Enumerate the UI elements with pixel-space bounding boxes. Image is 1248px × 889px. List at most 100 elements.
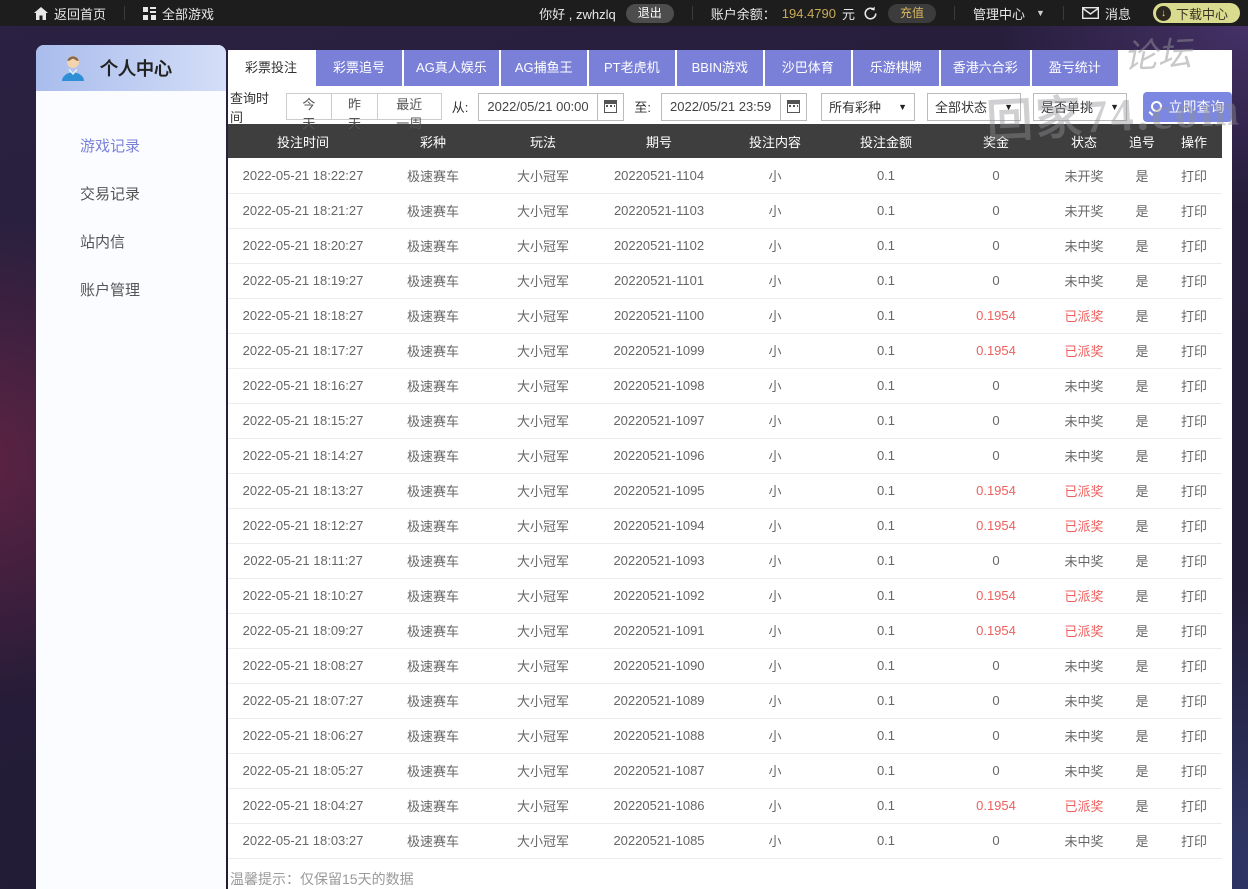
print-link[interactable]: 打印 xyxy=(1166,228,1222,264)
download-center-button[interactable]: ↓ 下载中心 xyxy=(1152,3,1240,23)
print-link[interactable]: 打印 xyxy=(1166,193,1222,229)
issue-number: 20220521-1101 xyxy=(598,263,720,299)
date-from-input[interactable]: 2022/05/21 00:00 xyxy=(479,99,597,114)
quick-range-button[interactable]: 昨天 xyxy=(332,93,378,131)
table-row: 2022-05-21 18:20:27 极速赛车 大小冠军 20220521-1102… xyxy=(228,228,1222,264)
play-type: 大小冠军 xyxy=(488,438,598,474)
date-to-calendar-button[interactable] xyxy=(780,93,807,120)
bet-content: 小 xyxy=(720,823,830,859)
print-link[interactable]: 打印 xyxy=(1166,333,1222,369)
chase-flag: 是 xyxy=(1118,543,1166,579)
sidebar-item[interactable]: 账户管理 xyxy=(36,267,226,315)
messages-label: 消息 xyxy=(1104,6,1131,22)
status-badge: 未中奖 xyxy=(1050,648,1118,684)
issue-number: 20220521-1103 xyxy=(598,193,720,229)
bet-amount: 0.1 xyxy=(830,193,942,229)
quick-range-button[interactable]: 最近一周 xyxy=(377,93,442,131)
tab-item[interactable]: 盈亏统计 xyxy=(1031,50,1118,86)
sidebar-item[interactable]: 站内信 xyxy=(36,219,226,267)
tab-item[interactable]: AG真人娱乐 xyxy=(404,50,499,86)
print-link[interactable]: 打印 xyxy=(1166,753,1222,789)
sidebar: 个人中心 游戏记录 交易记录 站内信 账户管理 xyxy=(36,45,226,889)
sidebar-header: 个人中心 xyxy=(36,45,226,91)
print-link[interactable]: 打印 xyxy=(1166,648,1222,684)
play-type: 大小冠军 xyxy=(488,683,598,719)
chase-flag: 是 xyxy=(1118,788,1166,824)
home-link[interactable]: 返回首页 xyxy=(34,4,106,23)
date-to-input[interactable]: 2022/05/21 23:59 xyxy=(662,99,780,114)
tab-item[interactable]: AG捕鱼王 xyxy=(500,50,587,86)
prize-amount: 0 xyxy=(942,718,1050,754)
print-link[interactable]: 打印 xyxy=(1166,298,1222,334)
bet-amount: 0.1 xyxy=(830,228,942,264)
table-header-cell: 奖金 xyxy=(942,124,1050,158)
prize-amount: 0 xyxy=(942,228,1050,264)
sidebar-title: 个人中心 xyxy=(100,59,172,79)
tab-active[interactable]: 彩票投注 xyxy=(228,50,314,86)
filter-select[interactable]: 全部状态 ▼ xyxy=(927,92,1022,121)
bet-time: 2022-05-21 18:09:27 xyxy=(228,613,378,649)
refresh-icon[interactable] xyxy=(863,6,878,21)
print-link[interactable]: 打印 xyxy=(1166,543,1222,579)
prize-amount: 0 xyxy=(942,753,1050,789)
print-link[interactable]: 打印 xyxy=(1166,578,1222,614)
chevron-down-icon: ▼ xyxy=(1036,8,1045,18)
bet-records-table: 投注时间 彩种 玩法 期号 投注内容 投注金额 奖金 状态 追号 操作 2022-05-21 18… xyxy=(228,124,1222,859)
tab-item[interactable]: 彩票追号 xyxy=(316,50,402,86)
filter-select-value: 是否单挑 xyxy=(1041,100,1094,115)
tab-item[interactable]: 沙巴体育 xyxy=(764,50,851,86)
table-row: 2022-05-21 18:06:27 极速赛车 大小冠军 20220521-1088… xyxy=(228,718,1222,754)
sidebar-item[interactable]: 交易记录 xyxy=(36,171,226,219)
bet-time: 2022-05-21 18:21:27 xyxy=(228,193,378,229)
table-row: 2022-05-21 18:18:27 极速赛车 大小冠军 20220521-1100… xyxy=(228,298,1222,334)
chase-flag: 是 xyxy=(1118,823,1166,859)
print-link[interactable]: 打印 xyxy=(1166,788,1222,824)
print-link[interactable]: 打印 xyxy=(1166,613,1222,649)
tab-item[interactable]: 乐游棋牌 xyxy=(852,50,939,86)
recharge-button[interactable]: 充值 xyxy=(888,3,937,23)
play-type: 大小冠军 xyxy=(488,753,598,789)
sidebar-item[interactable]: 游戏记录 xyxy=(36,123,226,171)
play-type: 大小冠军 xyxy=(488,193,598,229)
filter-select[interactable]: 是否单挑 ▼ xyxy=(1033,92,1128,121)
table-row: 2022-05-21 18:05:27 极速赛车 大小冠军 20220521-1087… xyxy=(228,753,1222,789)
table-row: 2022-05-21 18:21:27 极速赛车 大小冠军 20220521-1103… xyxy=(228,193,1222,229)
quick-range-button[interactable]: 今天 xyxy=(285,93,333,131)
print-link[interactable]: 打印 xyxy=(1166,158,1222,194)
search-button[interactable]: 立即查询 xyxy=(1143,91,1232,122)
balance-unit: 元 xyxy=(842,6,856,22)
table-header-cell: 玩法 xyxy=(488,124,598,158)
table-row: 2022-05-21 18:09:27 极速赛车 大小冠军 20220521-1091… xyxy=(228,613,1222,649)
tab-item[interactable]: 香港六合彩 xyxy=(940,50,1030,86)
bet-content: 小 xyxy=(720,508,830,544)
print-link[interactable]: 打印 xyxy=(1166,823,1222,859)
date-from-calendar-button[interactable] xyxy=(597,93,624,120)
print-link[interactable]: 打印 xyxy=(1166,403,1222,439)
print-link[interactable]: 打印 xyxy=(1166,508,1222,544)
print-link[interactable]: 打印 xyxy=(1166,683,1222,719)
table-header-cell: 期号 xyxy=(598,124,720,158)
messages-link[interactable]: 消息 xyxy=(1081,4,1131,23)
tab-item[interactable]: BBIN游戏 xyxy=(676,50,763,86)
print-link[interactable]: 打印 xyxy=(1166,438,1222,474)
all-games-link[interactable]: 全部游戏 xyxy=(143,4,214,23)
bet-time: 2022-05-21 18:16:27 xyxy=(228,368,378,404)
play-type: 大小冠军 xyxy=(488,788,598,824)
lottery-type: 极速赛车 xyxy=(378,403,488,439)
lottery-type: 极速赛车 xyxy=(378,368,488,404)
play-type: 大小冠军 xyxy=(488,718,598,754)
logout-button[interactable]: 退出 xyxy=(625,3,674,23)
print-link[interactable]: 打印 xyxy=(1166,473,1222,509)
filter-selects: 所有彩种 ▼ 全部状态 ▼ 是否单挑 ▼ xyxy=(821,92,1128,121)
bet-time: 2022-05-21 18:03:27 xyxy=(228,823,378,859)
print-link[interactable]: 打印 xyxy=(1166,368,1222,404)
tab-item[interactable]: PT老虎机 xyxy=(588,50,675,86)
bet-amount: 0.1 xyxy=(830,753,942,789)
print-link[interactable]: 打印 xyxy=(1166,718,1222,754)
play-type: 大小冠军 xyxy=(488,298,598,334)
status-badge: 未中奖 xyxy=(1050,543,1118,579)
filter-select[interactable]: 所有彩种 ▼ xyxy=(821,92,916,121)
bet-time: 2022-05-21 18:14:27 xyxy=(228,438,378,474)
admin-center-menu[interactable]: 管理中心 ▼ xyxy=(973,4,1045,23)
print-link[interactable]: 打印 xyxy=(1166,263,1222,299)
